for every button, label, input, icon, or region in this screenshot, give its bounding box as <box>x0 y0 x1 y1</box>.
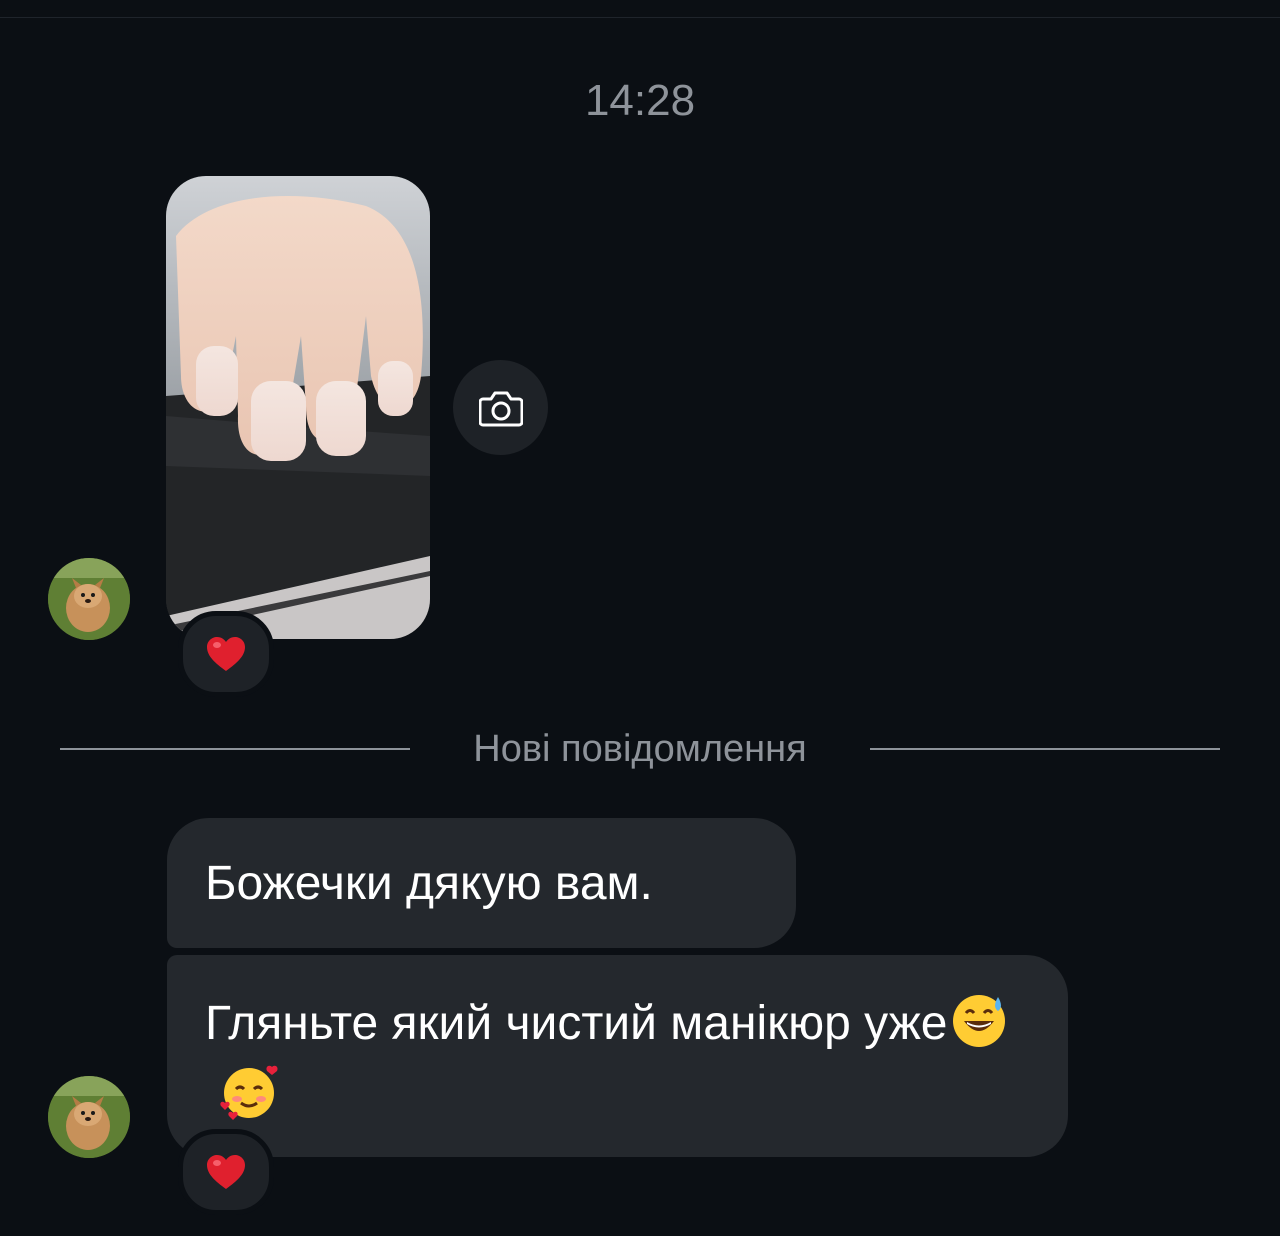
nail-photo <box>166 176 430 639</box>
message-bubble[interactable]: Гляньте який чистий манікюр уже <box>167 955 1068 1157</box>
message-text: Божечки дякую вам. <box>205 857 653 910</box>
avatar[interactable] <box>48 558 130 640</box>
header-divider <box>0 17 1280 18</box>
camera-icon <box>478 391 523 426</box>
dog-photo <box>48 558 130 640</box>
divider-line-right <box>870 748 1220 750</box>
avatar[interactable] <box>48 1076 130 1158</box>
emoji-sweat-smile <box>950 991 1008 1063</box>
emoji-smiling-hearts <box>219 1063 281 1135</box>
message-bubble[interactable]: Божечки дякую вам. <box>167 818 796 948</box>
photo-message[interactable] <box>166 176 430 639</box>
dog-photo <box>48 1076 130 1158</box>
camera-button[interactable] <box>453 360 548 455</box>
heart-icon <box>207 637 245 671</box>
message-text: Гляньте який чистий манікюр уже <box>205 997 948 1050</box>
message-reaction[interactable] <box>178 1129 274 1215</box>
chat-screen: 14:28 Нові повідомлення Божечки дякую ва… <box>0 0 1280 1236</box>
new-messages-divider: Нові повідомлення <box>60 722 1220 776</box>
message-reaction[interactable] <box>178 611 274 697</box>
heart-icon <box>207 1155 245 1189</box>
message-timestamp: 14:28 <box>584 76 696 125</box>
